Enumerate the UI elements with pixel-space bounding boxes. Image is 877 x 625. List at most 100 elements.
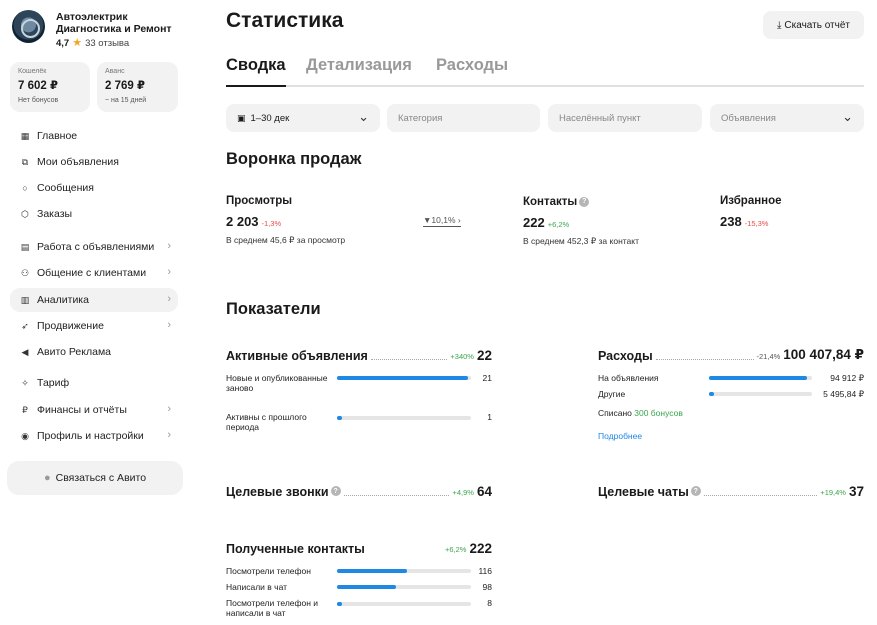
- sidebar-item-main[interactable]: ▦ Главное: [10, 124, 178, 148]
- bar-value: 1: [487, 412, 492, 422]
- advance-card[interactable]: Аванс 2 769 ₽ ~ на 15 дней: [97, 62, 178, 112]
- views-delta: -1,3%: [261, 219, 282, 228]
- target-calls-name: Целевые звонки: [226, 485, 329, 499]
- sidebar-item-label: Мои объявления: [37, 156, 119, 168]
- sidebar-item-finance[interactable]: ₽ Финансы и отчёты ›: [10, 398, 178, 422]
- bar-track: [337, 416, 471, 420]
- contacts-value-block: 222 +6,2%: [523, 215, 569, 230]
- bar-label: Активны с прошлого периода: [226, 412, 307, 432]
- bonus-link[interactable]: 300 бонусов: [634, 408, 683, 418]
- favorites-delta: -15,3%: [744, 219, 769, 228]
- listings-select[interactable]: Объявления ⌄: [710, 104, 864, 132]
- sidebar-item-my-listings[interactable]: ⧉ Мои объявления: [10, 150, 178, 174]
- bubbles-icon: ●: [43, 472, 51, 484]
- received-contacts-value: 222: [469, 541, 492, 556]
- bar-value: 98: [482, 582, 492, 592]
- contacts-label-block: Контакты?: [523, 196, 590, 208]
- profile-name[interactable]: Автоэлектрик Диагностика и Ремонт: [56, 11, 186, 35]
- bar-track: [709, 392, 812, 396]
- bar-row: Другие 5 495,84 ₽: [598, 389, 864, 401]
- received-contacts-name: Полученные контакты: [226, 542, 365, 556]
- help-icon[interactable]: ?: [579, 196, 590, 207]
- more-link[interactable]: Подробнее: [598, 431, 642, 441]
- chevron-right-icon: ›: [167, 429, 171, 441]
- period-select[interactable]: ▣ 1–30 дек ⌄: [226, 104, 380, 132]
- funnel-title: Воронка продаж: [226, 150, 362, 168]
- active-listings-delta: +340%: [450, 352, 474, 361]
- locality-select[interactable]: Населённый пункт: [548, 104, 702, 132]
- doc-icon: ▤: [20, 241, 30, 252]
- category-select[interactable]: Категория: [387, 104, 540, 132]
- listings-value: Объявления: [721, 112, 776, 124]
- bar-fill: [709, 376, 807, 380]
- sidebar-item-label: Аналитика: [37, 294, 89, 306]
- tab-summary[interactable]: Сводка: [226, 56, 286, 87]
- chevron-down-icon: ⌄: [842, 109, 853, 124]
- advance-label: Аванс: [105, 68, 125, 75]
- bar-fill: [709, 392, 715, 396]
- chat-icon: ○: [22, 183, 28, 193]
- calendar-icon: ▣: [237, 112, 246, 123]
- chevron-right-icon: ›: [167, 403, 171, 415]
- target-chats-header: Целевые чаты ? +19,4% 37: [598, 483, 864, 499]
- sidebar-item-client-communication[interactable]: ⚇ Общение с клиентами ›: [10, 261, 178, 285]
- received-contacts-delta: +6,2%: [444, 545, 467, 554]
- sidebar-item-label: Заказы: [37, 208, 73, 220]
- favorites-label: Избранное: [720, 195, 782, 207]
- contacts-value: 222: [523, 215, 545, 230]
- sidebar-item-label: Авито Реклама: [37, 346, 112, 358]
- profile-block[interactable]: Автоэлектрик Диагностика и Ремонт 4,7 ★ …: [12, 9, 187, 51]
- bar-track: [337, 602, 471, 606]
- dotted-leader: [703, 495, 818, 496]
- active-listings-value: 22: [476, 348, 492, 363]
- sidebar-item-promotion[interactable]: ➶ Продвижение ›: [10, 314, 178, 338]
- bar-label: Другие: [598, 389, 626, 399]
- tab-expenses[interactable]: Расходы: [436, 56, 508, 75]
- target-calls-delta: +4,9%: [452, 488, 474, 497]
- tab-details[interactable]: Детализация: [306, 56, 412, 75]
- bar-fill: [337, 569, 407, 573]
- grid-icon: ▦: [20, 130, 30, 141]
- bar-row: Посмотрели телефон и написали в чат 8: [226, 598, 492, 620]
- chevron-right-icon: ›: [167, 319, 171, 331]
- wallet-label: Кошелёк: [18, 68, 47, 75]
- conversion-link[interactable]: ▼10,1% ›: [423, 215, 461, 227]
- expenses-delta: -21,4%: [756, 352, 781, 361]
- tariff-icon: ✧: [21, 377, 29, 388]
- chevron-down-icon: ⌄: [358, 109, 369, 124]
- bar-fill: [337, 585, 396, 589]
- views-value: 2 203: [226, 214, 259, 229]
- favorites-value-block: 238 -15,3%: [720, 214, 768, 229]
- profile-rating[interactable]: 4,7 ★ 33 отзыва: [56, 38, 129, 50]
- page-title: Статистика: [226, 9, 344, 32]
- sidebar-item-listings-work[interactable]: ▤ Работа с объявлениями ›: [10, 235, 178, 259]
- help-icon[interactable]: ?: [330, 486, 341, 496]
- reviews-count[interactable]: 33 отзыва: [85, 38, 129, 49]
- avatar[interactable]: [12, 10, 45, 43]
- sidebar-item-avito-ads[interactable]: ◀ Авито Реклама: [10, 340, 178, 364]
- help-icon[interactable]: ?: [690, 486, 701, 496]
- sidebar-item-label: Общение с клиентами: [37, 267, 147, 279]
- contact-avito-button[interactable]: ● Связаться с Авито: [7, 461, 183, 495]
- download-report-button[interactable]: ⤓ Скачать отчёт: [763, 11, 864, 39]
- wallet-sub: Нет бонусов: [18, 97, 59, 104]
- wallet-value: 7 602 ₽: [18, 80, 58, 92]
- sidebar-item-label: Тариф: [37, 377, 70, 389]
- bar-label: Посмотрели телефон: [226, 566, 311, 576]
- bar-fill: [337, 376, 469, 380]
- bar-row: Посмотрели телефон 116: [226, 566, 492, 578]
- active-listings-name: Активные объявления: [226, 349, 368, 363]
- bar-track: [337, 569, 471, 573]
- active-listings-header: Активные объявления +340% 22: [226, 347, 492, 363]
- sidebar-item-label: Сообщения: [37, 182, 94, 194]
- sidebar-item-profile-settings[interactable]: ◉ Профиль и настройки ›: [10, 424, 178, 448]
- sidebar-item-analytics[interactable]: ▥ Аналитика ›: [10, 288, 178, 312]
- sidebar-item-messages[interactable]: ○ Сообщения: [10, 176, 178, 200]
- rocket-icon: ➶: [21, 320, 29, 331]
- sidebar-item-orders[interactable]: ⬡ Заказы: [10, 202, 178, 226]
- wallet-card[interactable]: Кошелёк 7 602 ₽ Нет бонусов: [10, 62, 90, 112]
- sidebar-item-tariff[interactable]: ✧ Тариф: [10, 371, 178, 395]
- bonus-prefix: Списано: [598, 408, 632, 418]
- target-chats-delta: +19,4%: [820, 488, 846, 497]
